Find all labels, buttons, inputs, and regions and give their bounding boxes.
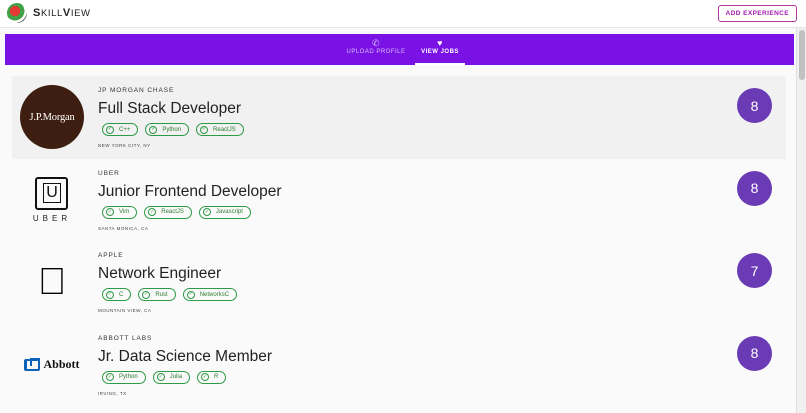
check-icon: ✓: [142, 290, 151, 299]
job-card[interactable]: Abbott ABBOTT LABS Jr. Data Science Memb…: [12, 324, 786, 407]
skill-label: R: [214, 374, 219, 380]
uber-mark-icon: U: [35, 176, 69, 210]
skill-label: NetworksC: [199, 291, 230, 298]
check-icon: ✓: [201, 373, 210, 381]
skill-chip[interactable]: ✓ ReactJS: [144, 205, 192, 219]
job-location: IRVING, TX: [98, 390, 127, 396]
skill-chip[interactable]: ✓ C++: [102, 123, 139, 136]
skill-label: Javascript: [215, 209, 243, 215]
skill-label: Python: [119, 374, 138, 380]
tab-label: VIEW JOBS: [421, 49, 459, 55]
job-location: MOUNTAIN VIEW, CA: [98, 308, 152, 313]
job-title: Full Stack Developer: [98, 100, 242, 117]
add-experience-button[interactable]: ADD EXPERIENCE: [717, 5, 797, 22]
abbott-logo: Abbott: [24, 357, 80, 372]
check-icon: ✓: [186, 290, 195, 299]
phone-icon: ✆: [371, 38, 381, 48]
skill-label: Vim: [119, 209, 130, 215]
scrollbar[interactable]: [796, 28, 806, 413]
job-location: SANTA MONICA, CA: [98, 225, 149, 231]
skill-label: C: [119, 291, 124, 298]
match-score-badge: 7: [737, 253, 772, 288]
nav-bar: ✆ UPLOAD PROFILE ♥ VIEW JOBS: [5, 34, 794, 65]
check-icon: ✓: [106, 125, 114, 134]
skill-chips: ✓ Vim ✓ ReactJS ✓ Javascript: [102, 205, 251, 219]
company-name: ABBOTT LABS: [98, 334, 153, 342]
skill-label: C++: [119, 126, 131, 133]
skill-chip[interactable]: ✓ C: [102, 288, 132, 301]
job-title: Junior Frontend Developer: [98, 182, 282, 200]
job-title: Jr. Data Science Member: [98, 347, 273, 365]
job-card[interactable]: U UBER UBER Junior Frontend Developer ✓ V…: [12, 159, 786, 242]
match-score-badge: 8: [737, 335, 772, 371]
skill-chips: ✓ Python ✓ Julia ✓ R: [102, 370, 227, 384]
top-app-bar: SKILLVIEW ADD EXPERIENCE: [0, 0, 806, 28]
abbott-wordmark: Abbott: [43, 357, 80, 371]
skill-label: Rust: [155, 291, 168, 298]
tab-view-jobs[interactable]: ♥ VIEW JOBS: [415, 34, 465, 65]
skill-chip[interactable]: ✓ NetworksC: [182, 288, 238, 301]
skill-label: Python: [162, 126, 182, 133]
match-score-badge: 8: [737, 88, 772, 123]
skill-label: ReactJS: [213, 126, 236, 133]
check-icon: ✓: [149, 125, 158, 134]
job-card[interactable]:  APPLE Network Engineer ✓C ✓Rust ✓Netwo…: [12, 241, 786, 324]
abbott-mark-icon: [24, 357, 41, 371]
uber-wordmark: UBER: [32, 213, 72, 223]
skill-chip[interactable]: ✓ Python: [102, 370, 146, 384]
check-icon: ✓: [200, 125, 209, 134]
skill-label: Julia: [169, 374, 183, 380]
check-icon: ✓: [106, 208, 114, 216]
check-icon: ✓: [106, 373, 114, 381]
jp-morgan-logo: J.P.Morgan: [20, 85, 84, 149]
skill-chip[interactable]: ✓ Javascript: [198, 205, 251, 219]
tab-upload-profile[interactable]: ✆ UPLOAD PROFILE: [345, 34, 407, 65]
job-title: Network Engineer: [98, 265, 222, 282]
job-list: J.P.Morgan JP MORGAN CHASE Full Stack De…: [12, 76, 786, 406]
skill-chip[interactable]: ✓ ReactJS: [196, 123, 244, 136]
brand-name: SKILLVIEW: [33, 7, 91, 19]
job-card[interactable]: J.P.Morgan JP MORGAN CHASE Full Stack De…: [12, 76, 786, 159]
scrollbar-thumb[interactable]: [799, 30, 805, 80]
skill-chip[interactable]: ✓ Python: [145, 123, 190, 136]
skill-chips: ✓ C ✓ Rust ✓ NetworksC: [102, 288, 238, 301]
check-icon: ✓: [202, 208, 211, 216]
uber-logo: U UBER: [32, 176, 72, 223]
app-logo-icon[interactable]: [7, 3, 27, 23]
skill-label: ReactJS: [161, 209, 184, 215]
company-logo: U UBER: [19, 167, 85, 233]
check-icon: ✓: [148, 208, 157, 216]
company-name: JP MORGAN CHASE: [98, 87, 175, 94]
skill-chip[interactable]: ✓ R: [197, 370, 227, 384]
skill-chip[interactable]: ✓ Rust: [138, 288, 176, 301]
company-logo: J.P.Morgan: [19, 84, 85, 150]
match-score-badge: 8: [737, 170, 772, 206]
company-logo: Abbott: [19, 332, 85, 398]
heart-icon: ♥: [437, 38, 443, 48]
skill-chip[interactable]: ✓ Julia: [152, 370, 191, 384]
company-name: UBER: [98, 169, 120, 177]
check-icon: ✓: [106, 290, 114, 299]
skill-chip[interactable]: ✓ Vim: [102, 205, 138, 219]
company-logo: : [19, 249, 85, 315]
company-name: APPLE: [98, 252, 124, 259]
check-icon: ✓: [156, 373, 165, 381]
apple-logo-icon: : [38, 263, 67, 301]
tab-label: UPLOAD PROFILE: [346, 49, 406, 55]
job-location: NEW YORK CITY, NY: [98, 143, 151, 148]
skill-chips: ✓ C++ ✓ Python ✓ ReactJS: [102, 123, 244, 136]
